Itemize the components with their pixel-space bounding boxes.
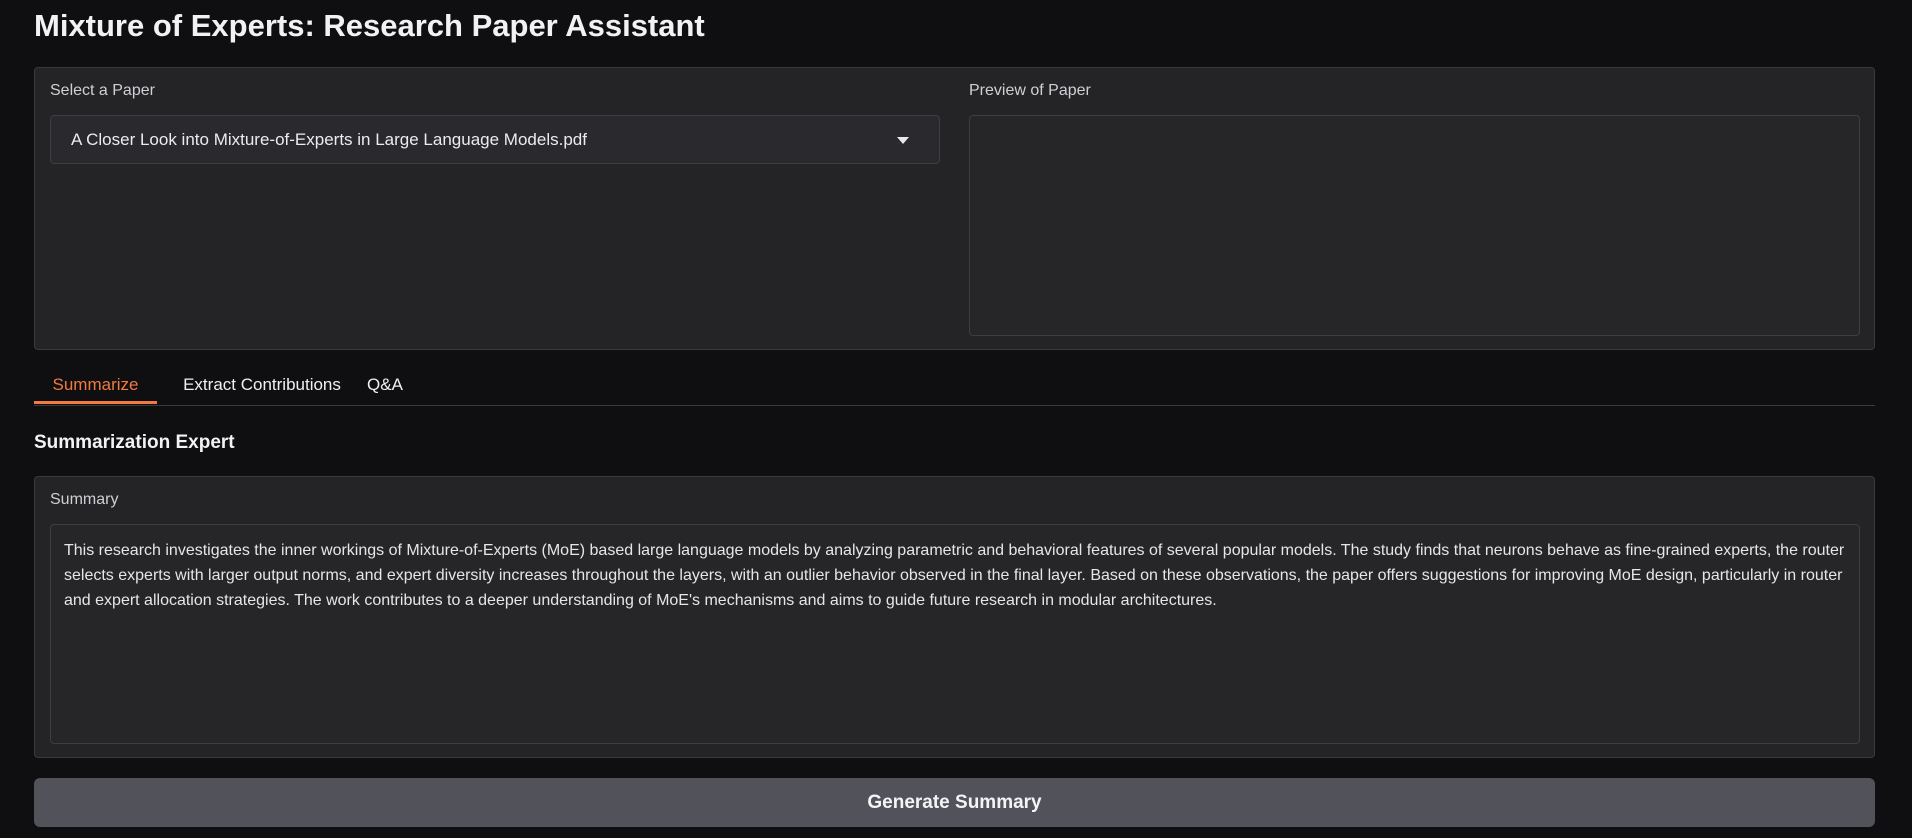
select-paper-label: Select a Paper xyxy=(50,82,155,99)
paper-dropdown-value: A Closer Look into Mixture-of-Experts in… xyxy=(71,130,587,149)
tab-summarize[interactable]: Summarize xyxy=(34,370,157,404)
tab-extract-contributions[interactable]: Extract Contributions xyxy=(177,370,347,404)
page-title: Mixture of Experts: Research Paper Assis… xyxy=(34,8,705,43)
chevron-down-icon[interactable] xyxy=(897,137,909,144)
paper-preview-area[interactable] xyxy=(969,115,1860,336)
tab-bar: Summarize Extract Contributions Q&A xyxy=(34,370,1875,406)
tab-qa[interactable]: Q&A xyxy=(366,370,404,404)
summary-panel: Summary This research investigates the i… xyxy=(34,476,1875,758)
paper-selection-panel: Select a Paper A Closer Look into Mixtur… xyxy=(34,67,1875,350)
app-root: Mixture of Experts: Research Paper Assis… xyxy=(0,0,1912,838)
summary-label: Summary xyxy=(50,491,119,508)
summary-text: This research investigates the inner wor… xyxy=(64,542,1845,609)
preview-label: Preview of Paper xyxy=(969,82,1091,99)
section-heading: Summarization Expert xyxy=(34,432,235,453)
summary-textbox[interactable]: This research investigates the inner wor… xyxy=(50,524,1860,744)
generate-summary-button[interactable]: Generate Summary xyxy=(34,778,1875,827)
paper-dropdown[interactable]: A Closer Look into Mixture-of-Experts in… xyxy=(50,115,940,164)
